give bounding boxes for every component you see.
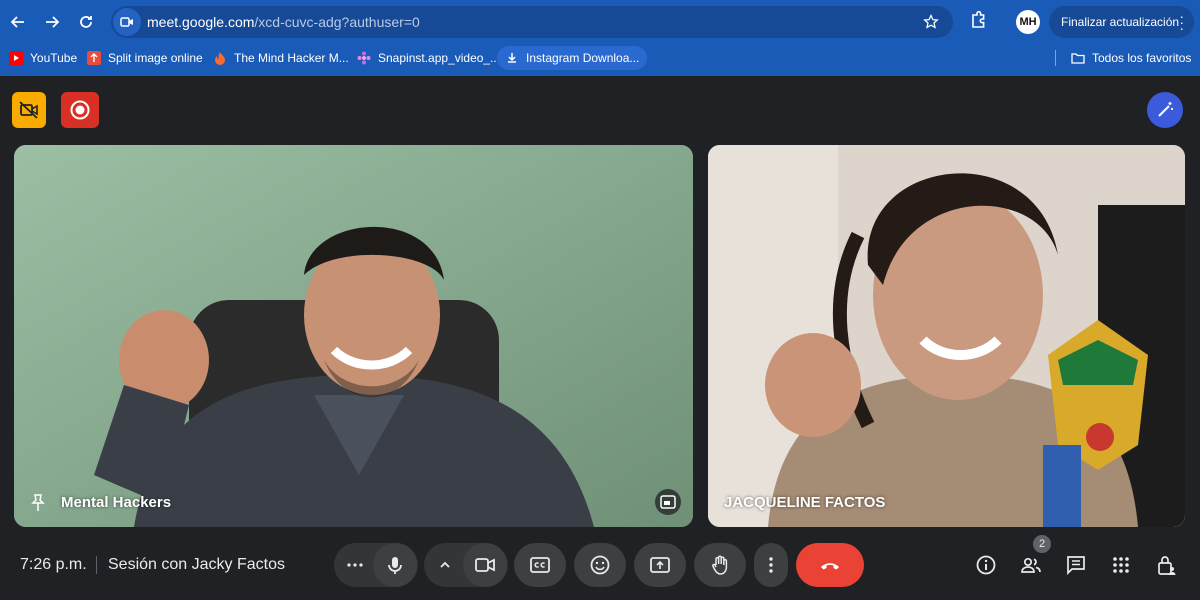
- bookmark-label: The Mind Hacker M...: [234, 51, 349, 65]
- meeting-title: Sesión con Jacky Factos: [108, 556, 285, 573]
- participant-video: [708, 145, 1185, 527]
- apps-grid-icon: [1113, 557, 1129, 573]
- microphone-icon: [388, 557, 402, 574]
- participant-name: JACQUELINE FACTOS: [724, 494, 886, 511]
- all-bookmarks-label: Todos los favoritos: [1092, 51, 1192, 65]
- more-options-button[interactable]: [754, 543, 788, 587]
- camera-off-icon: [19, 101, 38, 119]
- raise-hand-icon: [712, 555, 728, 575]
- camera-icon: [120, 17, 133, 27]
- bottom-divider: [96, 556, 97, 574]
- forward-button[interactable]: [39, 9, 65, 35]
- end-call-icon: [821, 563, 839, 570]
- closed-captions-icon: [530, 557, 550, 573]
- lock-person-icon: [1158, 556, 1176, 575]
- participant-count-badge: 2: [1033, 535, 1051, 553]
- chat-icon: [1067, 556, 1085, 576]
- bookmark-instagram-downloader[interactable]: Instagram Downloa...: [497, 46, 648, 70]
- bookmark-label: Split image online: [108, 51, 203, 65]
- folder-icon: [1071, 51, 1085, 65]
- more-horizontal-icon: [347, 563, 363, 567]
- participant-tile-mental-hackers[interactable]: Mental Hackers: [14, 145, 693, 527]
- url-text: meet.google.com/xcd-cuvc-adg?authuser=0: [147, 14, 420, 30]
- video-camera-icon: [475, 558, 495, 572]
- update-button-label: Finalizar actualización: [1061, 15, 1180, 29]
- host-controls-button[interactable]: [1153, 552, 1179, 578]
- bookmark-snapinst[interactable]: Snapinst.app_video_...: [357, 46, 500, 70]
- activities-button[interactable]: [1108, 552, 1134, 578]
- all-bookmarks-button[interactable]: Todos los favoritos: [1071, 46, 1191, 70]
- effects-button[interactable]: [1147, 92, 1183, 128]
- raise-hand-button[interactable]: [694, 543, 746, 587]
- reactions-button[interactable]: [574, 543, 626, 587]
- flame-icon: [213, 51, 227, 65]
- info-icon: [976, 555, 996, 575]
- bookmark-split-image[interactable]: Split image online: [87, 46, 203, 70]
- url-host: meet.google.com: [147, 14, 255, 30]
- people-icon: [1021, 557, 1041, 573]
- leave-call-button[interactable]: [796, 543, 864, 587]
- youtube-icon: [9, 51, 23, 65]
- update-button[interactable]: Finalizar actualización · · ·: [1049, 6, 1194, 38]
- magic-wand-icon: [1158, 102, 1173, 117]
- camera-off-indicator[interactable]: [12, 92, 46, 128]
- bookmark-label: Snapinst.app_video_...: [378, 51, 501, 65]
- site-info-button[interactable]: [113, 8, 141, 36]
- split-image-icon: [87, 51, 101, 65]
- back-button[interactable]: [5, 9, 31, 35]
- recording-indicator[interactable]: [61, 92, 99, 128]
- bookmarks-divider: [1055, 50, 1056, 66]
- reload-button[interactable]: [73, 9, 99, 35]
- more-vertical-icon: · · ·: [1179, 8, 1184, 36]
- bookmark-mind-hacker[interactable]: The Mind Hacker M...: [213, 46, 349, 70]
- chat-button[interactable]: [1063, 552, 1089, 578]
- video-options-button[interactable]: [424, 543, 466, 587]
- captions-button[interactable]: [514, 543, 566, 587]
- present-screen-button[interactable]: [634, 543, 686, 587]
- participant-name: Mental Hackers: [61, 494, 172, 511]
- forward-arrow-icon: [46, 16, 60, 28]
- more-vertical-icon: [769, 557, 773, 573]
- picture-in-picture-icon: [660, 495, 676, 509]
- chevron-up-icon: [440, 561, 450, 568]
- emoji-icon: [590, 555, 610, 575]
- pinwheel-icon: [357, 51, 371, 65]
- extensions-puzzle-icon[interactable]: [967, 10, 989, 32]
- people-button[interactable]: [1018, 552, 1044, 578]
- camera-button[interactable]: [463, 543, 507, 587]
- recording-icon: [70, 100, 90, 120]
- download-icon: [505, 51, 519, 65]
- bookmarks-bar: YouTube Split image online The Mind Hack…: [0, 44, 1200, 72]
- present-screen-icon: [650, 557, 670, 573]
- meeting-time: 7:26 p.m.: [20, 556, 87, 573]
- back-arrow-icon: [10, 16, 24, 28]
- meeting-details-button[interactable]: [973, 552, 999, 578]
- participant-video: [14, 145, 693, 527]
- pin-icon[interactable]: [30, 494, 46, 512]
- profile-avatar[interactable]: MH: [1016, 10, 1040, 34]
- bookmark-youtube[interactable]: YouTube: [9, 46, 77, 70]
- microphone-button[interactable]: [373, 543, 417, 587]
- bookmark-label: YouTube: [30, 51, 78, 65]
- reload-icon: [80, 16, 92, 28]
- bookmark-star-icon[interactable]: [923, 14, 939, 30]
- bookmark-label: Instagram Downloa...: [526, 51, 640, 65]
- url-path: /xcd-cuvc-adg?authuser=0: [254, 14, 420, 30]
- participant-tile-jacqueline-factos[interactable]: JACQUELINE FACTOS: [708, 145, 1185, 527]
- audio-options-button[interactable]: [334, 543, 376, 587]
- address-bar[interactable]: meet.google.com/xcd-cuvc-adg?authuser=0: [111, 6, 953, 38]
- picture-in-picture-button[interactable]: [655, 489, 681, 515]
